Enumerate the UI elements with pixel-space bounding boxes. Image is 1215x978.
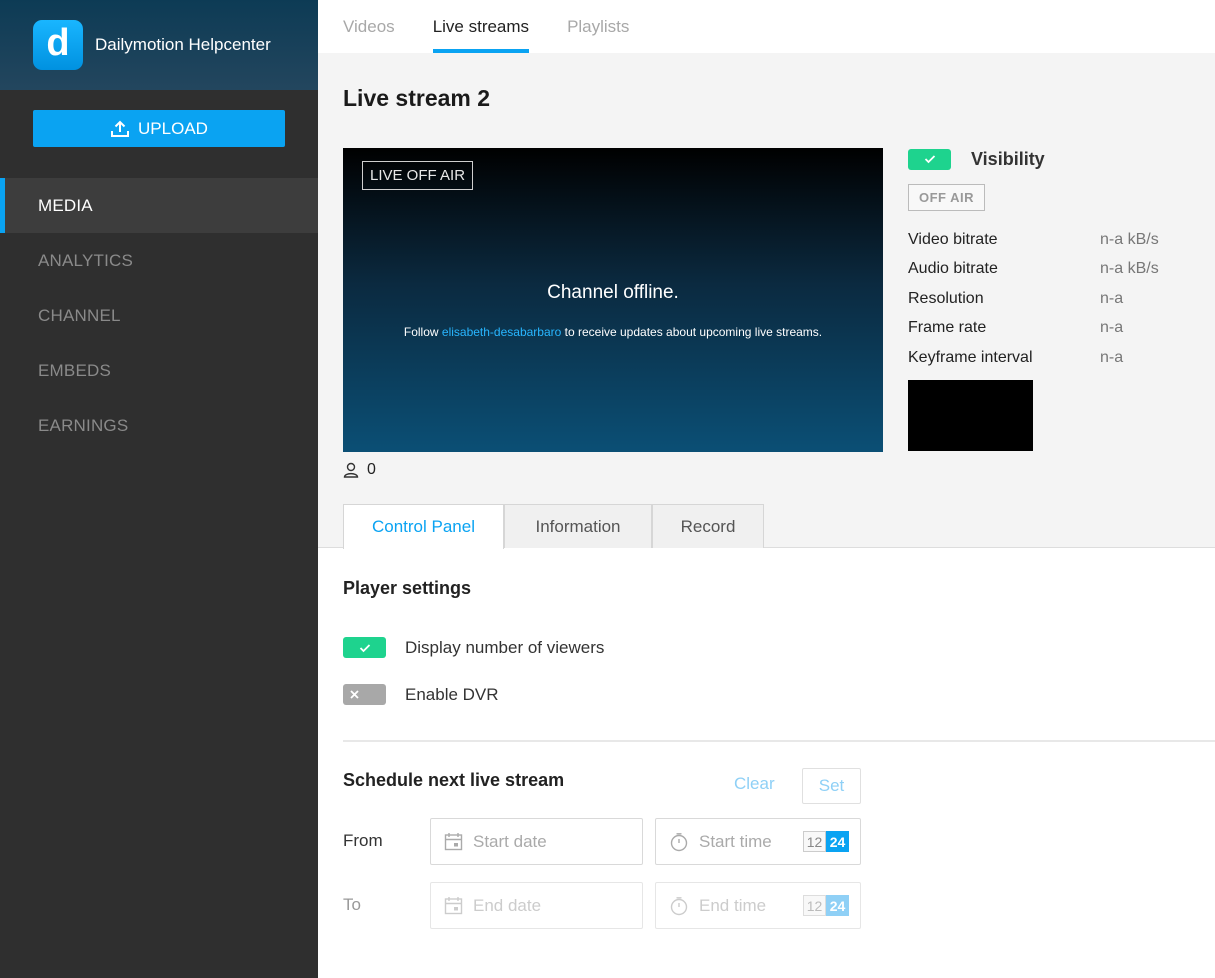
offline-message: Follow elisabeth-desabarbaro to receive …	[343, 325, 883, 339]
start-time-field[interactable]: Start time 12 24	[655, 818, 861, 865]
channel-link[interactable]: elisabeth-desabarbaro	[442, 325, 561, 339]
stat-row: Resolution n-a	[908, 284, 1208, 314]
stat-label: Keyframe interval	[908, 348, 1033, 366]
end-time-field[interactable]: End time 12 24	[655, 882, 861, 929]
sidebar-nav: MEDIA ANALYTICS CHANNEL EMBEDS EARNINGS	[0, 178, 318, 453]
check-icon	[359, 643, 370, 652]
tab-information[interactable]: Information	[504, 504, 652, 548]
visibility-toggle[interactable]	[908, 148, 951, 170]
player-settings-title: Player settings	[343, 578, 472, 598]
sidebar-item-earnings[interactable]: EARNINGS	[0, 398, 318, 453]
clear-button[interactable]: Clear	[734, 774, 775, 794]
time-format-toggle: 12 24	[803, 831, 849, 852]
schedule-title: Schedule next live stream	[343, 770, 565, 790]
calendar-icon	[444, 833, 463, 851]
offline-msg-prefix: Follow	[403, 325, 442, 339]
format-12-option[interactable]: 12	[803, 895, 826, 916]
sidebar-item-embeds[interactable]: EMBEDS	[0, 343, 318, 398]
dailymotion-logo[interactable]: d	[33, 20, 83, 70]
brand-name: Dailymotion Helpcenter	[95, 35, 271, 54]
setting-display-viewers: Display number of viewers	[343, 637, 604, 658]
visibility-label: Visibility	[971, 148, 1045, 169]
stat-value: n-a	[1100, 319, 1124, 337]
stream-stats: Video bitrate n-a kB/s Audio bitrate n-a…	[908, 225, 1208, 373]
stream-sub-tabs: Control Panel Information Record	[343, 504, 764, 549]
sidebar-item-analytics[interactable]: ANALYTICS	[0, 233, 318, 288]
live-status-badge: LIVE OFF AIR	[362, 161, 474, 190]
upload-icon	[111, 120, 130, 137]
tab-playlists[interactable]: Playlists	[567, 0, 629, 53]
format-24-option[interactable]: 24	[826, 831, 849, 852]
page-title: Live stream 2	[343, 85, 491, 111]
stream-header-area: Live stream 2 LIVE OFF AIR Channel offli…	[318, 53, 1215, 549]
calendar-icon	[444, 897, 463, 915]
main-content: Videos Live streams Playlists Live strea…	[318, 0, 1215, 978]
start-date-field[interactable]: Start date	[430, 818, 643, 865]
stat-label: Resolution	[908, 289, 984, 307]
format-24-option[interactable]: 24	[826, 895, 849, 916]
display-viewers-toggle[interactable]	[343, 637, 386, 658]
setting-enable-dvr: Enable DVR	[343, 684, 499, 705]
video-player[interactable]: LIVE OFF AIR Channel offline. Follow eli…	[343, 148, 883, 452]
upload-label: UPLOAD	[138, 118, 208, 138]
to-label: To	[343, 895, 361, 914]
sidebar-item-channel[interactable]: CHANNEL	[0, 288, 318, 343]
offline-title: Channel offline.	[547, 282, 679, 303]
start-date-placeholder: Start date	[473, 831, 547, 851]
stat-row: Video bitrate n-a kB/s	[908, 225, 1208, 255]
enable-dvr-label: Enable DVR	[405, 684, 499, 704]
enable-dvr-toggle[interactable]	[343, 684, 386, 705]
user-icon	[343, 462, 359, 478]
divider	[343, 740, 1215, 742]
stopwatch-icon	[670, 832, 688, 851]
time-format-toggle: 12 24	[803, 895, 849, 916]
stat-row: Audio bitrate n-a kB/s	[908, 255, 1208, 285]
stat-label: Audio bitrate	[908, 260, 998, 278]
off-air-badge: OFF AIR	[908, 184, 986, 211]
end-date-field[interactable]: End date	[430, 882, 643, 929]
stopwatch-icon	[670, 896, 688, 915]
stat-label: Video bitrate	[908, 230, 998, 248]
end-time-placeholder: End time	[699, 895, 767, 915]
from-label: From	[343, 831, 383, 850]
set-button[interactable]: Set	[802, 768, 861, 804]
tab-live-streams[interactable]: Live streams	[432, 0, 530, 53]
upload-button[interactable]: UPLOAD	[33, 110, 285, 147]
sidebar-item-media[interactable]: MEDIA	[0, 178, 318, 233]
top-tabs: Videos Live streams Playlists	[318, 0, 1215, 53]
format-12-option[interactable]: 12	[803, 831, 826, 852]
start-time-placeholder: Start time	[699, 831, 772, 851]
stat-value: n-a kB/s	[1100, 260, 1159, 278]
tab-videos[interactable]: Videos	[343, 0, 395, 53]
tab-record[interactable]: Record	[652, 504, 764, 548]
end-date-placeholder: End date	[473, 895, 542, 915]
viewer-count-value: 0	[367, 461, 376, 478]
brand-header: d Dailymotion Helpcenter	[0, 0, 318, 90]
stream-thumbnail	[908, 379, 1033, 451]
stat-value: n-a	[1100, 289, 1124, 307]
viewer-count: 0	[343, 461, 376, 479]
stat-row: Frame rate n-a	[908, 314, 1208, 344]
display-viewers-label: Display number of viewers	[405, 637, 605, 657]
stat-value: n-a kB/s	[1100, 230, 1159, 248]
check-icon	[924, 155, 935, 164]
tab-control-panel[interactable]: Control Panel	[343, 504, 504, 549]
offline-msg-suffix: to receive updates about upcoming live s…	[561, 325, 823, 339]
stat-label: Frame rate	[908, 319, 987, 337]
stream-info-panel: Visibility OFF AIR Video bitrate n-a kB/…	[908, 148, 1208, 451]
stat-value: n-a	[1100, 348, 1124, 366]
stat-row: Keyframe interval n-a	[908, 343, 1208, 373]
sidebar: d Dailymotion Helpcenter UPLOAD MEDIA AN…	[0, 0, 318, 978]
close-icon	[350, 690, 359, 699]
